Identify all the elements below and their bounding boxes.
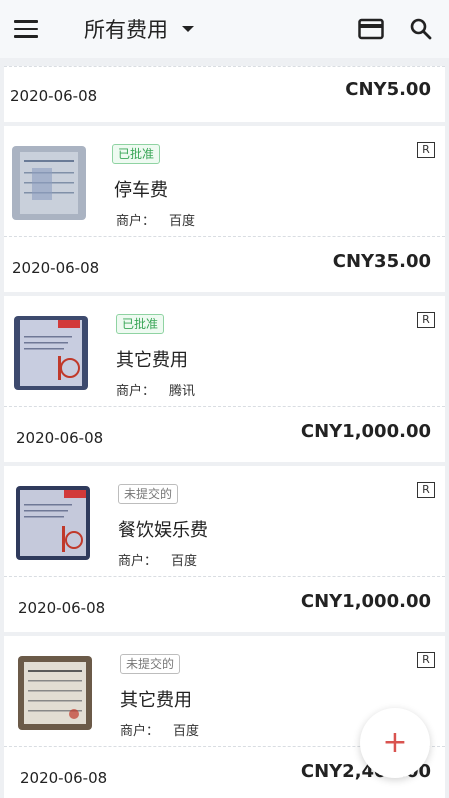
- expense-date: 2020-06-08: [20, 769, 108, 787]
- status-badge: 未提交的: [118, 484, 179, 504]
- add-expense-button[interactable]: +: [360, 708, 430, 778]
- plus-icon: +: [382, 725, 408, 760]
- expense-amount: CNY1,000.00: [300, 591, 431, 612]
- expense-amount: CNY35.00: [332, 251, 431, 272]
- merchant-row: 商户： 百度: [116, 210, 195, 229]
- merchant-label: 商户：: [116, 384, 156, 399]
- receipt-thumbnail: [12, 146, 86, 220]
- expense-date: 2020-06-08: [16, 429, 104, 447]
- merchant-value: 腾讯: [169, 384, 196, 399]
- expense-date: 2020-06-08: [18, 599, 106, 617]
- merchant-row: 商户： 腾讯: [116, 380, 195, 399]
- merchant-label: 商户：: [118, 554, 158, 569]
- receipt-r-icon: R: [417, 312, 435, 328]
- expense-date: 2020-06-08: [12, 259, 100, 277]
- merchant-value: 百度: [171, 554, 198, 569]
- list-item[interactable]: 2020-06-08 CNY5.00: [4, 66, 445, 122]
- merchant-value: 百度: [173, 724, 200, 739]
- list-item[interactable]: 已批准 R 停车费 商户： 百度 2020-06-08 CNY35.00: [4, 126, 445, 292]
- hamburger-menu-icon[interactable]: [14, 14, 44, 44]
- receipt-r-icon: R: [417, 652, 435, 668]
- status-badge: 未提交的: [120, 654, 181, 674]
- expense-amount: CNY5.00: [345, 79, 431, 100]
- list-item[interactable]: 未提交的 R 餐饮娱乐费 商户： 百度 2020-06-08 CNY1,000.0…: [4, 466, 445, 632]
- list-item[interactable]: 已批准 R 其它费用 商户： 腾讯 2020-06-08 CNY1,000.00: [4, 296, 445, 462]
- receipt-r-icon: R: [417, 482, 435, 498]
- receipt-thumbnail: [16, 486, 90, 560]
- search-icon[interactable]: [407, 15, 435, 43]
- status-badge: 已批准: [116, 314, 165, 334]
- status-badge: 已批准: [112, 144, 161, 164]
- merchant-label: 商户：: [116, 214, 156, 229]
- expense-category: 其它费用: [120, 690, 192, 711]
- expense-category: 停车费: [114, 180, 168, 201]
- merchant-value: 百度: [169, 214, 196, 229]
- receipt-thumbnail: [14, 316, 88, 390]
- expense-category: 餐饮娱乐费: [118, 520, 208, 541]
- merchant-row: 商户： 百度: [118, 550, 197, 569]
- filter-dropdown[interactable]: 所有费用: [84, 14, 194, 44]
- receipt-r-icon: R: [417, 142, 435, 158]
- expense-date: 2020-06-08: [10, 87, 98, 105]
- merchant-row: 商户： 百度: [120, 720, 199, 739]
- caret-down-icon: [182, 26, 194, 32]
- receipt-thumbnail: [18, 656, 92, 730]
- page-title: 所有费用: [84, 18, 168, 42]
- expense-category: 其它费用: [116, 350, 188, 371]
- merchant-label: 商户：: [120, 724, 160, 739]
- app-bar: 所有费用: [0, 0, 449, 58]
- expense-amount: CNY1,000.00: [300, 421, 431, 442]
- credit-card-icon[interactable]: [357, 15, 385, 43]
